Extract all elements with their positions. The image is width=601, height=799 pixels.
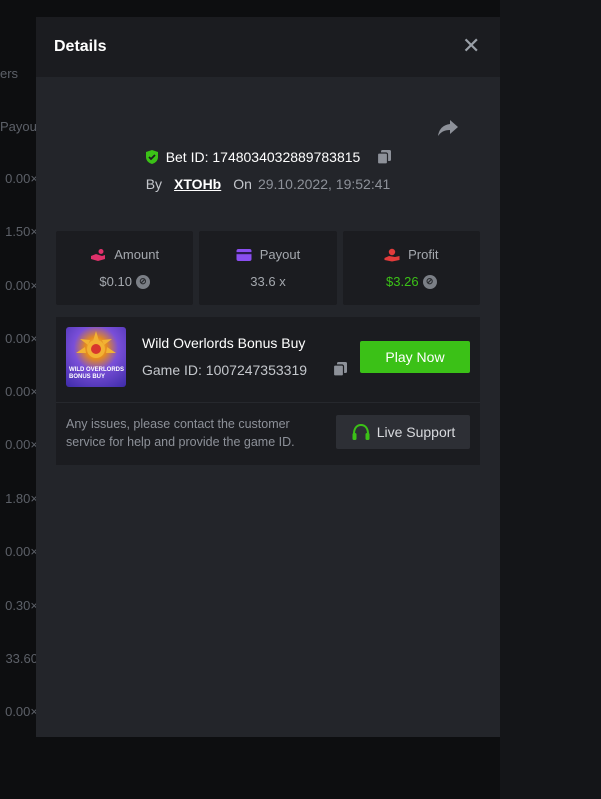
amount-icon <box>91 248 106 261</box>
copy-icon[interactable] <box>376 149 392 165</box>
close-icon[interactable]: ✕ <box>462 35 480 57</box>
bet-datetime: 29.10.2022, 19:52:41 <box>257 176 391 192</box>
stat-label-amount: Amount <box>114 247 160 262</box>
card-icon <box>236 248 252 261</box>
support-message: Any issues, please contact the customer … <box>66 417 295 449</box>
coin-icon: ⊘ <box>135 274 150 289</box>
background-right-panel <box>500 0 601 799</box>
headset-icon <box>352 423 370 440</box>
game-thumbnail[interactable]: WILD OVERLORDS BONUS BUY <box>66 327 126 387</box>
stat-value-amount: $0.10 <box>99 274 132 289</box>
stat-card-profit: Profit $3.26 ⊘ <box>342 231 480 305</box>
by-label: By <box>145 176 163 192</box>
copy-icon[interactable] <box>332 361 348 377</box>
stat-label-profit: Profit <box>408 247 439 262</box>
background-multiplier: 0.00× <box>5 437 38 452</box>
background-multiplier: 0.00× <box>5 331 38 346</box>
modal-header: Details ✕ <box>36 17 500 77</box>
username-link[interactable]: XTOHb <box>174 176 221 192</box>
background-multiplier: 0.00× <box>5 278 38 293</box>
game-panel: WILD OVERLORDS BONUS BUY Wild Overlords … <box>56 317 480 465</box>
background-multiplier: 0.00× <box>5 384 38 399</box>
bet-id-row: Bet ID: 1748034032889783815 <box>36 149 500 165</box>
stat-card-payout: Payout 33.6 x <box>199 231 337 305</box>
stat-label-payout: Payout <box>259 247 301 262</box>
bet-id: Bet ID: 1748034032889783815 <box>165 149 361 165</box>
bet-stats: Amount $0.10 ⊘ Payout 33.6 x Profit $3.2… <box>56 231 480 305</box>
background-multiplier: 0.30× <box>5 598 38 613</box>
game-id: Game ID: 1007247353319 <box>142 362 308 378</box>
coin-icon: ⊘ <box>422 274 437 289</box>
background-multiplier: 0.00× <box>5 704 38 719</box>
on-label: On <box>233 176 252 192</box>
bet-details-modal: Details ✕ Bet ID: 1748034032889783815 By… <box>36 17 500 737</box>
background-multiplier: 33.60 <box>5 651 38 666</box>
background-multiplier: 0.00× <box>5 544 38 559</box>
background-multiplier: 0.00× <box>5 171 38 186</box>
game-thumbnail-caption: WILD OVERLORDS BONUS BUY <box>69 367 124 380</box>
background-column-header: ers <box>0 66 19 81</box>
modal-title: Details <box>54 38 107 55</box>
live-support-label: Live Support <box>376 424 456 440</box>
play-now-button[interactable]: Play Now <box>360 341 470 373</box>
live-support-button[interactable]: Live Support <box>336 415 470 449</box>
background-multiplier: 1.50× <box>5 224 38 239</box>
bet-meta-row: By XTOHb On 29.10.2022, 19:52:41 <box>36 176 500 192</box>
verified-shield-icon <box>145 150 158 164</box>
background-bet-list: ers Payou 0.00× 1.50× 0.00× 0.00× 0.00× … <box>0 0 40 799</box>
stat-value-payout: 33.6 x <box>250 274 286 289</box>
background-multiplier: 1.80× <box>5 491 38 506</box>
background-column-header: Payou <box>0 119 37 134</box>
stat-value-profit: $3.26 <box>386 274 419 289</box>
profit-icon <box>384 248 400 261</box>
divider <box>56 402 480 403</box>
game-title: Wild Overlords Bonus Buy <box>142 335 306 351</box>
stat-card-amount: Amount $0.10 ⊘ <box>56 231 194 305</box>
share-icon[interactable] <box>436 117 460 139</box>
